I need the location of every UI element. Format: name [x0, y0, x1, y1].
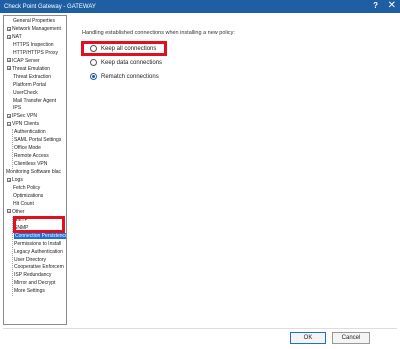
cancel-button[interactable]: Cancel — [332, 332, 370, 344]
nav-item-label: Legacy Authentication — [14, 248, 63, 255]
nav-item-permissions-to-install[interactable]: Permissions to Install — [14, 241, 61, 248]
nav-item-label: Hit Count — [13, 200, 34, 207]
nav-item-legacy-authentication[interactable]: Legacy Authentication — [14, 249, 63, 256]
nav-item-label: VPN Clients — [12, 121, 39, 128]
nav-item-saml-portal-settings[interactable]: SAML Portal Settings — [14, 137, 61, 144]
nav-item-icap-server[interactable]: + ICAP Server — [7, 58, 40, 65]
option-label: Rematch connections — [101, 73, 159, 80]
nav-item-label: Threat Extraction — [13, 73, 52, 80]
nav-item-other[interactable]: − Other — [7, 209, 25, 216]
keep-data-connections-option[interactable]: Keep data connections — [90, 59, 162, 66]
ok-button[interactable]: OK — [290, 332, 326, 344]
expander-icon[interactable]: − — [7, 122, 11, 127]
expander-icon[interactable]: + — [7, 177, 11, 182]
nav-item-label: Fetch Policy — [13, 184, 41, 191]
nav-item-label: IPSec VPN — [12, 113, 38, 120]
nav-item-label: Logs — [12, 177, 23, 183]
window-title: Check Point Gateway - GATEWAY — [4, 3, 96, 10]
nav-item-isp-redundancy[interactable]: ISP Redundancy — [14, 272, 51, 279]
nav-item-label: HTTP/HTTPS Proxy — [13, 49, 59, 56]
nav-item-label: Network Management — [12, 25, 61, 32]
nav-item-fetch-policy[interactable]: Fetch Policy — [7, 185, 40, 192]
nav-item-threat-emulation[interactable]: + Threat Emulation — [7, 66, 50, 73]
nav-item-label: Permissions to Install — [14, 240, 62, 247]
nav-item-http-https-proxy[interactable]: HTTP/HTTPS Proxy — [7, 50, 58, 57]
nav-highlight-box — [13, 216, 65, 233]
nav-item-threat-extraction[interactable]: Threat Extraction — [7, 74, 51, 81]
rematch-connections-option[interactable]: Rematch connections — [90, 73, 159, 80]
nav-item-label: NAT — [12, 33, 22, 40]
nav-item-label: Mail Transfer Agent — [13, 97, 57, 104]
nav-item-label: Clientless VPN — [14, 161, 48, 168]
radio-icon[interactable] — [90, 59, 97, 66]
nav-item-label: Remote Access — [14, 153, 49, 160]
nav-item-label: ICAP Server — [12, 57, 40, 64]
navigation-tree: General Properties + Network Management + NA… — [3, 15, 67, 325]
nav-item-label: Threat Emulation — [12, 65, 51, 72]
expander-icon[interactable]: + — [7, 26, 11, 31]
expander-icon[interactable]: + — [7, 34, 11, 39]
nav-item-label: Other — [12, 208, 25, 215]
nav-item-general-properties[interactable]: General Properties — [7, 18, 55, 25]
nav-item-label: IPS — [13, 105, 22, 112]
nav-item-remote-access[interactable]: Remote Access — [14, 153, 49, 160]
help-icon[interactable]: ? — [373, 1, 378, 10]
nav-item-vpn-clients[interactable]: − VPN Clients — [7, 121, 39, 128]
nav-item-clientless-vpn[interactable]: Clientless VPN — [14, 161, 47, 168]
nav-item-more-settings[interactable]: More Settings — [14, 288, 45, 295]
expander-icon[interactable]: + — [7, 66, 11, 71]
settings-panel: Handling established connections when in… — [72, 15, 394, 325]
nav-item-optimizations[interactable]: Optimizations — [7, 193, 43, 200]
nav-item-label: Optimizations — [13, 192, 44, 199]
option-highlight-box — [81, 41, 167, 56]
nav-item-hit-count[interactable]: Hit Count — [7, 201, 34, 208]
nav-item-authentication[interactable]: Authentication — [14, 129, 46, 136]
option-label: Keep data connections — [101, 59, 163, 66]
nav-item-cooperative-enforcem[interactable]: Cooperative Enforcem — [14, 264, 64, 271]
nav-item-label: Monitoring Software blac — [6, 169, 62, 176]
nav-item-label: Connection Persistence — [14, 232, 67, 239]
close-icon[interactable]: ✕ — [388, 0, 396, 11]
radio-icon-selected[interactable] — [90, 73, 97, 80]
nav-item-user-directory[interactable]: User Directory — [14, 257, 46, 264]
nav-item-label: Authentication — [14, 129, 46, 136]
nav-item-label: HTTPS Inspection — [13, 41, 54, 48]
nav-item-label: Office Mode — [14, 145, 41, 152]
footer-divider — [3, 328, 397, 329]
nav-item-office-mode[interactable]: Office Mode — [14, 145, 41, 152]
nav-item-label: General Properties — [13, 18, 55, 24]
nav-item-nat[interactable]: + NAT — [7, 34, 22, 41]
expander-icon[interactable]: − — [7, 209, 11, 214]
nav-item-mail-transfer-agent[interactable]: Mail Transfer Agent — [7, 98, 56, 105]
nav-item-ips[interactable]: IPS — [7, 105, 21, 112]
nav-item-usercheck[interactable]: UserCheck — [7, 90, 38, 97]
section-heading: Handling established connections when in… — [82, 30, 235, 36]
nav-item-label: Mirror and Decrypt — [14, 280, 56, 287]
nav-item-label: UserCheck — [13, 89, 38, 96]
expander-icon[interactable]: + — [7, 58, 11, 63]
nav-item-label: More Settings — [14, 288, 45, 295]
nav-item-label: Platform Portal — [13, 81, 47, 88]
nav-item-label: SAML Portal Settings — [14, 137, 62, 144]
nav-item-ipsec-vpn[interactable]: + IPSec VPN — [7, 113, 37, 120]
nav-item-label: User Directory — [14, 256, 46, 263]
nav-item-label: ISP Redundancy — [14, 272, 52, 279]
nav-item-https-inspection[interactable]: HTTPS Inspection — [7, 42, 54, 49]
nav-item-logs[interactable]: + Logs — [7, 177, 23, 184]
title-bar: Check Point Gateway - GATEWAY ? ✕ — [0, 0, 400, 13]
nav-item-label: Cooperative Enforcem — [14, 264, 64, 271]
expander-icon[interactable]: + — [7, 114, 11, 119]
nav-item-network-management[interactable]: + Network Management — [7, 26, 61, 33]
nav-item-monitoring-software-blac[interactable]: Monitoring Software blac — [6, 169, 61, 176]
nav-item-mirror-and-decrypt[interactable]: Mirror and Decrypt — [14, 280, 55, 287]
tree-guide-line — [12, 129, 13, 170]
nav-item-connection-persistence[interactable]: Connection Persistence — [14, 232, 67, 240]
nav-item-platform-portal[interactable]: Platform Portal — [7, 82, 46, 89]
